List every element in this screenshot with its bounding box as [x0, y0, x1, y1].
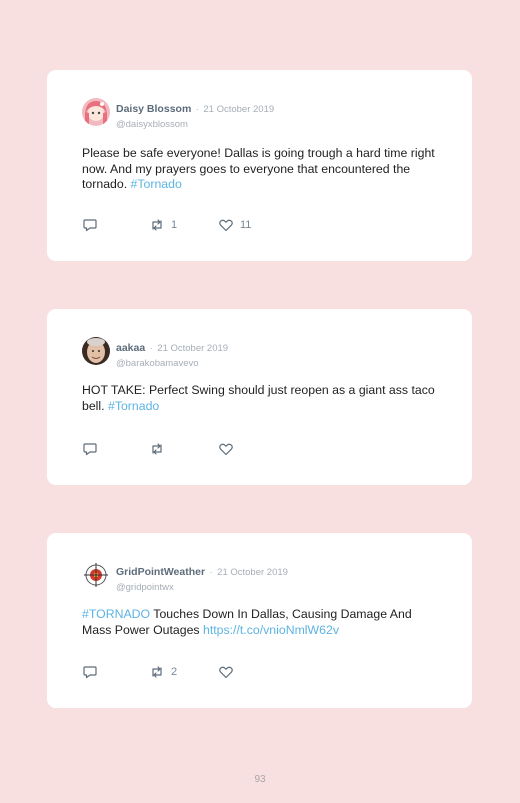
tweet-text: Please be safe everyone! Dallas is going…: [82, 146, 444, 193]
reply-icon: [83, 219, 97, 232]
separator: ·: [149, 343, 153, 354]
author-handle[interactable]: @gridpointwx: [116, 582, 288, 593]
reply-icon: [83, 666, 97, 679]
retweet-button[interactable]: 2: [149, 664, 177, 680]
heart-icon: [219, 443, 233, 456]
like-button[interactable]: [218, 441, 240, 457]
retweet-icon: [152, 443, 162, 455]
author-name[interactable]: GridPointWeather: [116, 566, 205, 578]
tweet-date[interactable]: 21 October 2019: [157, 343, 228, 354]
tweet-meta: GridPointWeather · 21 October 2019 @grid…: [116, 562, 288, 593]
tweet-actions: [82, 441, 282, 457]
tweet-date[interactable]: 21 October 2019: [217, 567, 288, 578]
hashtag-link[interactable]: #Tornado: [131, 177, 182, 191]
separator: ·: [209, 567, 213, 578]
heart-icon: [219, 666, 233, 679]
avatar[interactable]: [82, 98, 110, 126]
author-handle[interactable]: @barakobamavevo: [116, 358, 228, 369]
like-count: 11: [240, 219, 252, 231]
retweet-icon: [152, 219, 162, 231]
tweet-actions: 2: [82, 664, 282, 680]
retweet-icon: [152, 666, 162, 678]
avatar[interactable]: [82, 337, 110, 365]
reply-icon: [83, 443, 97, 456]
reply-button[interactable]: [82, 217, 98, 233]
tweet-actions: 1 11: [82, 217, 282, 233]
like-button[interactable]: 11: [218, 217, 251, 233]
avatar[interactable]: [82, 561, 110, 589]
retweet-count: 2: [171, 666, 178, 678]
page-number: 93: [254, 774, 266, 785]
retweet-count: 1: [171, 219, 178, 231]
hashtag-link[interactable]: #TORNADO: [82, 607, 150, 621]
tweet-meta: Daisy Blossom · 21 October 2019 @daisyxb…: [116, 99, 274, 130]
tweet-date[interactable]: 21 October 2019: [203, 104, 274, 115]
tweet-meta: aakaa · 21 October 2019 @barakobamavevo: [116, 338, 228, 369]
url-link[interactable]: https://t.co/vnioNmlW62v: [203, 623, 339, 637]
reply-button[interactable]: [82, 441, 98, 457]
tweet-card: GridPointWeather · 21 October 2019 @grid…: [47, 533, 472, 708]
reply-button[interactable]: [82, 664, 98, 680]
tweet-text: HOT TAKE: Perfect Swing should just reop…: [82, 383, 444, 414]
separator: ·: [195, 104, 199, 115]
author-name[interactable]: Daisy Blossom: [116, 103, 191, 115]
tweet-card: Daisy Blossom · 21 October 2019 @daisyxb…: [47, 70, 472, 261]
like-button[interactable]: [218, 664, 240, 680]
tweet-text: #TORNADO Touches Down In Dallas, Causing…: [82, 607, 444, 638]
tweet-card: aakaa · 21 October 2019 @barakobamavevo …: [47, 309, 472, 485]
heart-icon: [219, 219, 233, 232]
hashtag-link[interactable]: #Tornado: [108, 399, 159, 413]
author-handle[interactable]: @daisyxblossom: [116, 119, 274, 130]
author-name[interactable]: aakaa: [116, 342, 145, 354]
retweet-button[interactable]: 1: [149, 217, 177, 233]
retweet-button[interactable]: [149, 441, 171, 457]
